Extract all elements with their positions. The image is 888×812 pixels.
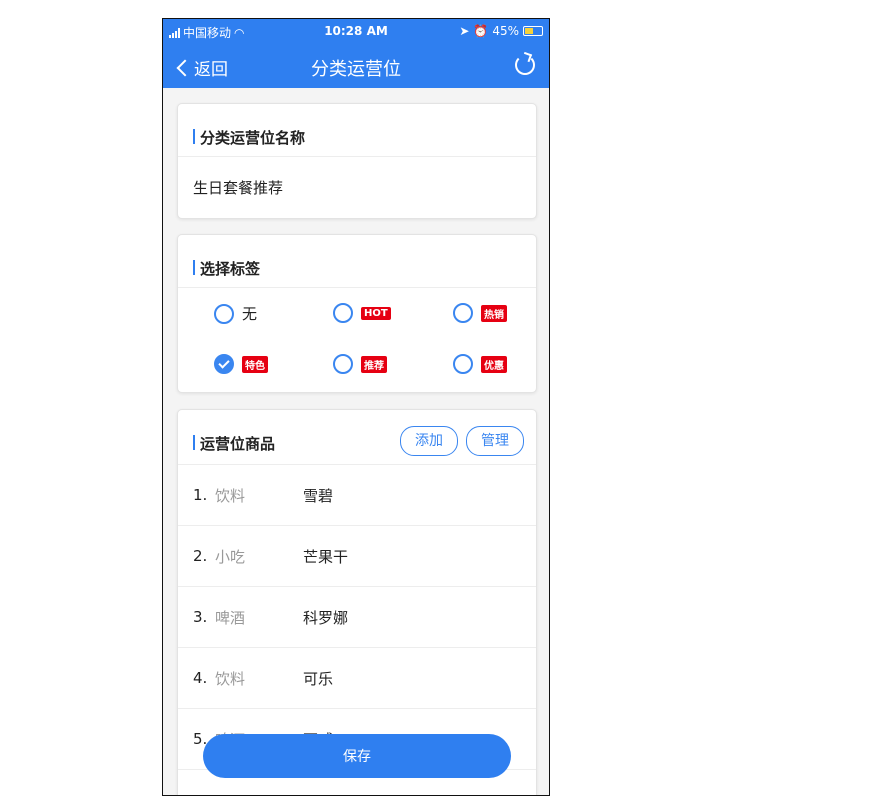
radio-checked-icon [214, 354, 234, 374]
item-category: 啤酒 [215, 608, 246, 627]
name-field[interactable]: 生日套餐推荐 [178, 157, 536, 218]
location-icon: ➤ [459, 24, 470, 38]
tag-option-special[interactable]: 特色 [214, 354, 268, 374]
tag-label: 无 [242, 305, 258, 323]
tag-badge: HOT [361, 306, 391, 320]
tag-option-hot[interactable]: HOT [333, 303, 391, 323]
tag-badge: 推荐 [361, 355, 387, 373]
tag-option-hot-sale[interactable]: 热销 [453, 303, 507, 323]
app-bar: 中国移动 ◠ 10:28 AM ➤ ⏰ 45% 返回 分类运营位 [163, 19, 549, 88]
radio-icon [453, 354, 473, 374]
tag-badge: 优惠 [481, 355, 507, 373]
nav-bar: 返回 分类运营位 [163, 45, 549, 88]
list-item[interactable]: 1. 饮料 雪碧 [178, 465, 536, 526]
section-accent-bar [193, 260, 195, 275]
phone-screen: 中国移动 ◠ 10:28 AM ➤ ⏰ 45% 返回 分类运营位 分类运营位名称 [162, 18, 550, 796]
radio-icon [214, 303, 234, 324]
item-name: 科罗娜 [303, 608, 349, 627]
tag-badge: 特色 [242, 355, 268, 373]
item-number: 1. [193, 486, 208, 504]
item-number: 4. [193, 669, 208, 687]
item-number: 2. [193, 547, 208, 565]
radio-icon [333, 354, 353, 374]
item-category: 饮料 [215, 486, 246, 505]
radio-icon [453, 303, 473, 323]
item-name: 芒果干 [303, 547, 349, 566]
item-name: 可乐 [303, 669, 334, 688]
item-category: 饮料 [215, 669, 246, 688]
tags-card: 选择标签 无 HOT 热销 特色 推荐 优惠 [177, 234, 537, 393]
battery-icon [523, 26, 543, 36]
name-card: 分类运营位名称 生日套餐推荐 [177, 103, 537, 219]
tag-badge: 热销 [481, 304, 507, 322]
radio-icon [333, 303, 353, 323]
page-title: 分类运营位 [311, 59, 401, 80]
tag-option-none[interactable]: 无 [214, 303, 257, 324]
tag-options: 无 HOT 热销 特色 推荐 优惠 [178, 288, 536, 392]
battery-percent: 45% [492, 24, 519, 38]
tag-option-discount[interactable]: 优惠 [453, 354, 507, 374]
list-item[interactable]: 4. 饮料 可乐 [178, 648, 536, 709]
refresh-icon[interactable] [515, 55, 535, 75]
list-item[interactable]: 3. 啤酒 科罗娜 [178, 587, 536, 648]
section-accent-bar [193, 129, 195, 144]
tags-card-title: 选择标签 [200, 260, 261, 278]
alarm-icon: ⏰ [473, 24, 489, 38]
tag-option-recommend[interactable]: 推荐 [333, 354, 387, 374]
status-bar: 中国移动 ◠ 10:28 AM ➤ ⏰ 45% [163, 19, 549, 45]
item-name: 雪碧 [303, 486, 334, 505]
manage-button[interactable]: 管理 [466, 426, 524, 456]
item-number: 3. [193, 608, 208, 626]
add-button[interactable]: 添加 [400, 426, 458, 456]
name-card-title: 分类运营位名称 [200, 129, 306, 147]
section-accent-bar [193, 435, 195, 450]
item-category: 小吃 [215, 547, 246, 566]
save-button[interactable]: 保存 [203, 734, 511, 778]
products-card-title: 运营位商品 [200, 435, 276, 453]
list-item[interactable]: 2. 小吃 芒果干 [178, 526, 536, 587]
